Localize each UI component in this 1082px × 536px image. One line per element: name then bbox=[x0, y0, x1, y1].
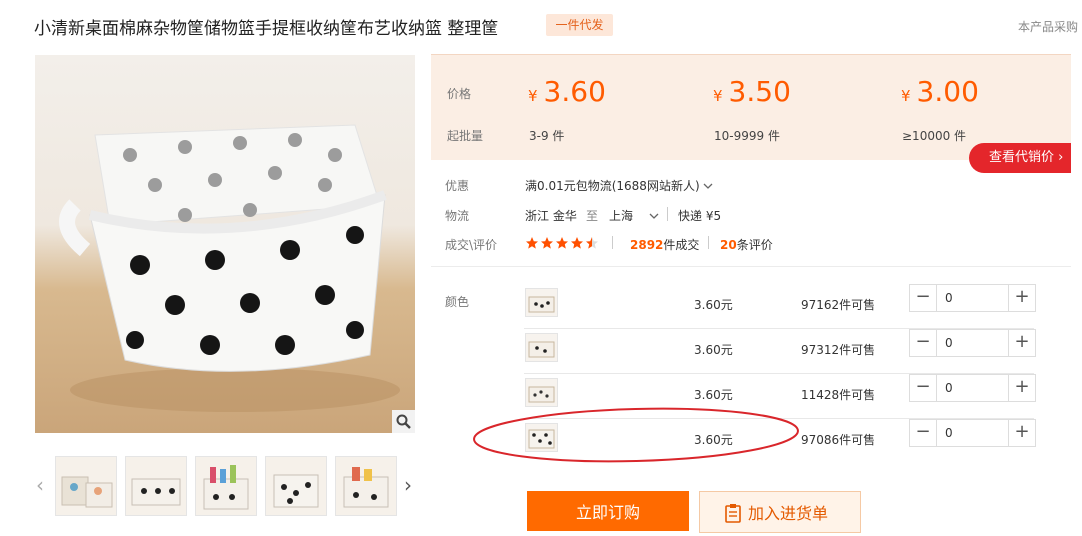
procurement-note[interactable]: 本产品采购 bbox=[1018, 18, 1082, 35]
divider bbox=[708, 236, 709, 249]
sku-row: 3.60元 97162件可售 − + bbox=[524, 284, 1036, 329]
reviews-suffix: 条评价 bbox=[736, 238, 773, 252]
thumbnail-strip: ‹ › bbox=[30, 452, 420, 518]
price-amount: 3.00 bbox=[916, 75, 979, 108]
divider bbox=[612, 236, 613, 249]
tier-range: 3-9 件 bbox=[529, 129, 565, 143]
add-to-cart-button[interactable]: 加入进货单 bbox=[699, 491, 861, 533]
sku-thumbnail[interactable] bbox=[525, 378, 558, 407]
decrement-button[interactable]: − bbox=[910, 375, 937, 401]
quantity-input[interactable] bbox=[937, 420, 1015, 446]
quantity-input[interactable] bbox=[937, 285, 1015, 311]
color-label: 颜色 bbox=[445, 295, 470, 309]
decrement-button[interactable]: − bbox=[910, 420, 937, 446]
sku-price: 3.60元 bbox=[694, 298, 733, 312]
price-amount: 3.60 bbox=[543, 75, 606, 108]
deals-suffix: 件成交 bbox=[663, 238, 700, 252]
thumbnail[interactable] bbox=[55, 456, 117, 516]
thumbnail[interactable] bbox=[125, 456, 187, 516]
chevron-down-icon bbox=[703, 183, 713, 189]
express-fee: 快递 ¥5 bbox=[678, 209, 722, 223]
basket-illustration bbox=[59, 124, 400, 412]
star-icons bbox=[526, 237, 598, 249]
annotation-oval bbox=[473, 407, 799, 463]
destination-select[interactable]: 上海 bbox=[609, 207, 659, 224]
sku-stock: 97312件可售 bbox=[801, 343, 876, 357]
main-product-image[interactable] bbox=[35, 55, 415, 433]
section-divider bbox=[431, 266, 1071, 267]
dropship-badge[interactable]: 一件代发 bbox=[546, 14, 613, 36]
sku-stock: 97086件可售 bbox=[801, 433, 876, 447]
quantity-stepper: − + bbox=[909, 329, 1036, 357]
to-label: 至 bbox=[586, 209, 599, 223]
reviews-link[interactable]: 20条评价 bbox=[720, 236, 773, 253]
moq-label: 起批量 bbox=[447, 129, 484, 143]
price-panel: 价格 起批量 ¥3.60 3-9 件 ¥3.50 10-9999 件 ¥3.00… bbox=[431, 54, 1071, 160]
tier-price: ¥3.60 bbox=[528, 75, 606, 108]
currency-symbol: ¥ bbox=[528, 87, 538, 105]
logistics-label: 物流 bbox=[445, 209, 470, 223]
promo-dropdown[interactable]: 满0.01元包物流(1688网站新人) bbox=[525, 177, 713, 194]
product-title: 小清新桌面棉麻杂物筐储物篮手提框收纳筐布艺收纳篮 整理筐 bbox=[34, 19, 499, 39]
zoom-icon[interactable] bbox=[392, 410, 415, 433]
chevron-down-icon bbox=[649, 213, 659, 219]
price-label: 价格 bbox=[447, 87, 472, 101]
sku-price: 3.60元 bbox=[694, 343, 733, 357]
reviews-count: 20 bbox=[720, 238, 737, 252]
decrement-button[interactable]: − bbox=[910, 330, 937, 356]
thumb-prev-icon[interactable]: ‹ bbox=[32, 470, 48, 500]
decrement-button[interactable]: − bbox=[910, 285, 937, 311]
sku-stock: 97162件可售 bbox=[801, 298, 876, 312]
thumbnail[interactable] bbox=[195, 456, 257, 516]
clipboard-icon bbox=[725, 504, 741, 523]
quantity-input[interactable] bbox=[937, 375, 1015, 401]
tier-range: ≥10000 件 bbox=[902, 129, 967, 143]
sku-stock: 11428件可售 bbox=[801, 388, 876, 402]
sku-row: 3.60元 97312件可售 − + bbox=[524, 329, 1036, 374]
price-amount: 3.50 bbox=[728, 75, 791, 108]
deals-link[interactable]: 2892件成交 bbox=[630, 236, 699, 253]
sku-thumbnail[interactable] bbox=[525, 288, 558, 317]
deals-count: 2892 bbox=[630, 238, 664, 252]
tier-price: ¥3.50 bbox=[713, 75, 791, 108]
currency-symbol: ¥ bbox=[901, 87, 911, 105]
deal-review-label: 成交\评价 bbox=[445, 238, 498, 252]
view-agent-price-button[interactable]: 查看代销价 › bbox=[969, 143, 1071, 173]
sku-thumbnail[interactable] bbox=[525, 333, 558, 362]
increment-button[interactable]: + bbox=[1008, 420, 1035, 446]
destination-value: 上海 bbox=[609, 209, 634, 223]
thumbnail[interactable] bbox=[335, 456, 397, 516]
buy-now-button[interactable]: 立即订购 bbox=[527, 491, 689, 531]
thumb-next-icon[interactable]: › bbox=[400, 470, 416, 500]
increment-button[interactable]: + bbox=[1008, 375, 1035, 401]
quantity-stepper: − + bbox=[909, 419, 1036, 447]
quantity-input[interactable] bbox=[937, 330, 1015, 356]
origin-city: 浙江 金华 bbox=[525, 209, 577, 223]
sku-price: 3.60元 bbox=[694, 388, 733, 402]
increment-button[interactable]: + bbox=[1008, 285, 1035, 311]
currency-symbol: ¥ bbox=[713, 87, 723, 105]
add-to-cart-label: 加入进货单 bbox=[748, 504, 829, 523]
tier-price: ¥3.00 bbox=[901, 75, 979, 108]
promo-label: 优惠 bbox=[445, 179, 470, 193]
star-rating bbox=[525, 235, 601, 254]
divider bbox=[667, 207, 668, 221]
tier-range: 10-9999 件 bbox=[714, 129, 780, 143]
promo-value: 满0.01元包物流(1688网站新人) bbox=[525, 179, 700, 193]
quantity-stepper: − + bbox=[909, 374, 1036, 402]
increment-button[interactable]: + bbox=[1008, 330, 1035, 356]
quantity-stepper: − + bbox=[909, 284, 1036, 312]
thumbnail[interactable] bbox=[265, 456, 327, 516]
